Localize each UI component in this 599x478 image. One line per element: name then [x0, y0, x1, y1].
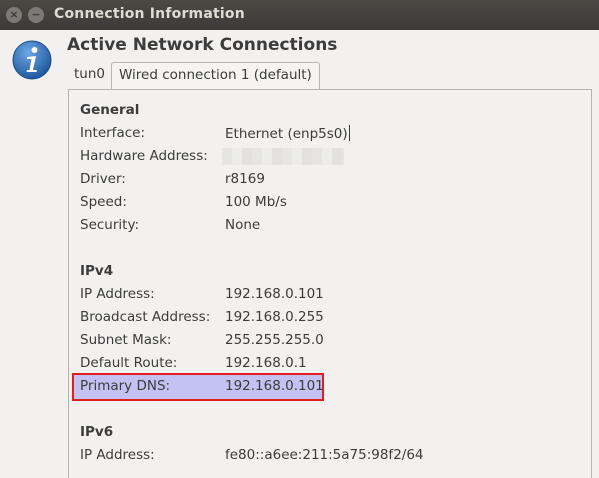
default-route-label: Default Route: [80, 355, 178, 371]
info-icon [12, 40, 52, 80]
tab-tun0[interactable]: tun0 [68, 62, 116, 87]
speed-value[interactable]: 100 Mb/s [225, 194, 287, 210]
interface-value[interactable]: Ethernet (enp5s0) [225, 125, 350, 142]
section-general-title: General [80, 102, 140, 118]
section-ipv6-title: IPv6 [80, 424, 114, 440]
ipv6-ip-address-value[interactable]: fe80::a6ee:211:5a75:98f2/64 [225, 447, 424, 463]
ipv4-ip-address-value[interactable]: 192.168.0.101 [225, 286, 324, 302]
tab-wired-connection-1[interactable]: Wired connection 1 (default) [111, 62, 320, 89]
security-label: Security: [80, 217, 140, 233]
hardware-address-label: Hardware Address: [80, 148, 208, 164]
title-bar[interactable]: × − Connection Information [0, 0, 599, 30]
close-button[interactable]: × [6, 7, 22, 23]
driver-label: Driver: [80, 171, 126, 187]
ipv4-ip-address-label: IP Address: [80, 286, 155, 302]
subnet-mask-label: Subnet Mask: [80, 332, 172, 348]
security-value[interactable]: None [225, 217, 260, 233]
driver-value[interactable]: r8169 [225, 171, 265, 187]
primary-dns-label: Primary DNS: [80, 378, 171, 394]
minimize-button[interactable]: − [28, 7, 44, 23]
interface-label: Interface: [80, 125, 145, 141]
minimize-icon: − [31, 8, 41, 21]
primary-dns-value[interactable]: 192.168.0.101 [225, 378, 324, 394]
text-cursor [348, 125, 350, 141]
connection-information-window: × − Connection Information Active Networ… [0, 0, 599, 478]
page-title: Active Network Connections [67, 35, 338, 55]
broadcast-address-value[interactable]: 192.168.0.255 [225, 309, 324, 325]
window-title: Connection Information [54, 6, 245, 22]
subnet-mask-value[interactable]: 255.255.255.0 [225, 332, 324, 348]
broadcast-address-label: Broadcast Address: [80, 309, 211, 325]
speed-label: Speed: [80, 194, 127, 210]
section-ipv4-title: IPv4 [80, 263, 114, 279]
default-route-value[interactable]: 192.168.0.1 [225, 355, 307, 371]
ipv6-ip-address-label: IP Address: [80, 447, 155, 463]
hardware-address-value-redacted [222, 148, 344, 165]
close-icon: × [9, 8, 19, 21]
